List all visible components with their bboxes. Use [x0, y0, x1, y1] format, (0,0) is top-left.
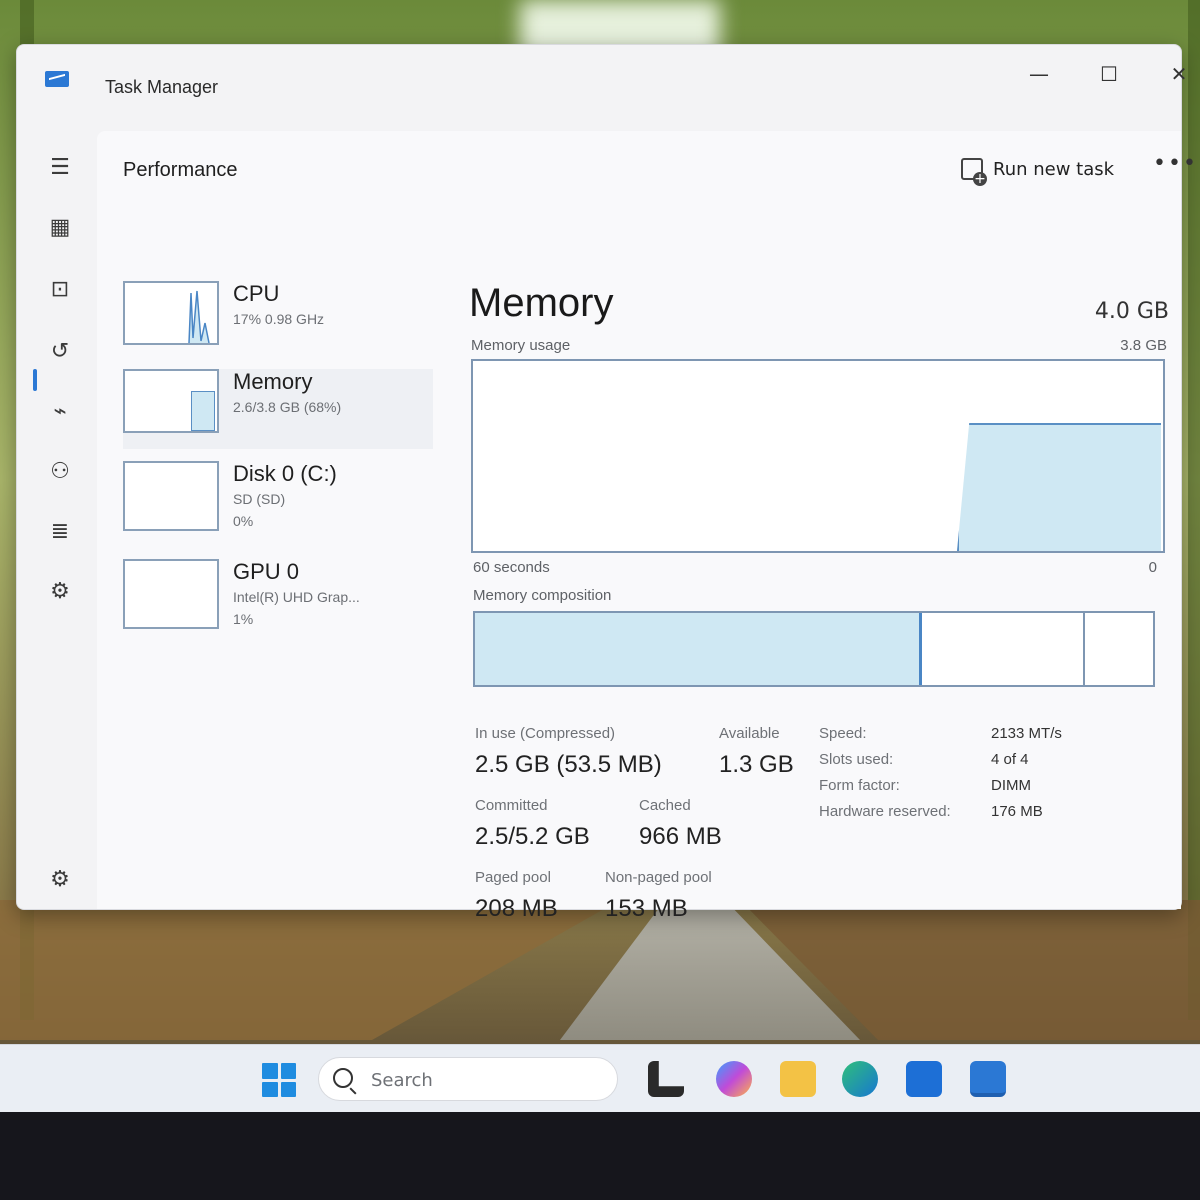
processes-icon[interactable]: ▦ [47, 215, 73, 241]
perf-name: CPU [233, 281, 280, 306]
monitor-bezel [0, 1112, 1200, 1200]
memory-total: 4.0 GB [1094, 299, 1169, 324]
perf-detail: SD (SD) [233, 491, 286, 507]
search-placeholder: Search [371, 1070, 433, 1091]
in-use-label: In use (Compressed) [475, 725, 616, 742]
composition-in-use [475, 613, 923, 685]
memory-usage-label: Memory usage [471, 337, 571, 354]
time-span-label: 60 seconds [473, 559, 550, 576]
more-options-button[interactable]: ••• [1153, 151, 1198, 176]
startup-apps-icon[interactable]: ⌁ [47, 399, 73, 425]
available-value: 1.3 GB [719, 751, 794, 778]
perf-item-disk[interactable]: Disk 0 (C:) SD (SD) 0% [123, 461, 433, 541]
perf-name: Memory [233, 369, 313, 394]
spec-value: 176 MB [991, 803, 1043, 820]
paged-pool-label: Paged pool [475, 869, 551, 886]
store-icon[interactable] [906, 1061, 942, 1097]
window-title: Task Manager [105, 77, 219, 97]
non-paged-pool-value: 153 MB [605, 895, 688, 922]
title-bar[interactable]: Task Manager — ☐ ✕ [17, 45, 1187, 131]
cached-label: Cached [639, 797, 691, 814]
minimize-button[interactable]: — [1019, 57, 1059, 91]
performance-page: Performance Run new task ••• CPU 17% 0.9… [97, 131, 1196, 922]
perf-name: GPU 0 [233, 559, 300, 584]
perf-detail: Intel(R) UHD Grap... [233, 589, 360, 605]
hamburger-icon[interactable]: ☰ [47, 155, 73, 181]
task-manager-window: Task Manager — ☐ ✕ ☰ ▦ ⊡ ↺ ⌁ ⚇ ≣ ⚙ ⚙ Per… [16, 44, 1196, 922]
perf-detail: 17% 0.98 GHz [233, 311, 325, 327]
spec-value: 2133 MT/s [991, 725, 1062, 742]
spec-value: 4 of 4 [991, 751, 1029, 768]
memory-usage-fill [957, 423, 1161, 551]
perf-detail: 2.6/3.8 GB (68%) [233, 399, 342, 415]
perf-item-memory[interactable]: Memory 2.6/3.8 GB (68%) [123, 369, 433, 449]
perf-detail-2: 1% [233, 611, 254, 627]
nav-rail: ☰ ▦ ⊡ ↺ ⌁ ⚇ ≣ ⚙ ⚙ [17, 135, 97, 909]
details-icon[interactable]: ≣ [47, 519, 73, 545]
copilot-icon[interactable] [716, 1061, 752, 1097]
composition-standby [922, 613, 1086, 685]
memory-composition-label: Memory composition [473, 587, 612, 604]
memory-heading: Memory [469, 281, 614, 325]
perf-detail-2: 0% [233, 513, 254, 529]
perf-name: Disk 0 (C:) [233, 461, 337, 486]
run-task-icon [961, 158, 987, 186]
available-label: Available [719, 725, 780, 742]
performance-icon[interactable]: ⊡ [47, 277, 73, 303]
spec-label: Speed: [819, 725, 867, 742]
memory-composition-bar [473, 611, 1155, 687]
nav-active-indicator [33, 369, 37, 391]
search-icon [333, 1068, 353, 1088]
run-new-task-button[interactable]: Run new task [961, 153, 1115, 186]
taskbar: Search [0, 1044, 1200, 1112]
spec-label: Form factor: [819, 777, 900, 794]
cached-value: 966 MB [639, 823, 722, 850]
task-manager-taskbar-icon[interactable] [970, 1061, 1006, 1097]
spec-value: DIMM [991, 777, 1031, 794]
committed-label: Committed [475, 797, 548, 814]
spec-label: Hardware reserved: [819, 803, 951, 820]
memory-usage-graph [471, 359, 1165, 553]
memory-thumbnail-graph [123, 369, 219, 433]
perf-item-cpu[interactable]: CPU 17% 0.98 GHz [123, 281, 433, 361]
committed-value: 2.5/5.2 GB [475, 823, 590, 850]
cpu-thumbnail-graph [123, 281, 219, 345]
taskbar-search[interactable]: Search [318, 1057, 618, 1101]
file-explorer-icon[interactable] [780, 1061, 816, 1097]
in-use-value: 2.5 GB (53.5 MB) [475, 751, 662, 778]
disk-thumbnail-graph [123, 461, 219, 531]
users-icon[interactable]: ⚇ [47, 459, 73, 485]
gpu-thumbnail-graph [123, 559, 219, 629]
memory-usage-max: 3.8 GB [1120, 337, 1167, 354]
run-new-task-label: Run new task [993, 158, 1115, 180]
non-paged-pool-label: Non-paged pool [605, 869, 712, 886]
time-zero-label: 0 [1148, 559, 1157, 576]
edge-icon[interactable] [842, 1061, 878, 1097]
app-history-icon[interactable]: ↺ [47, 339, 73, 365]
close-button[interactable]: ✕ [1159, 57, 1199, 91]
settings-icon[interactable]: ⚙ [47, 867, 73, 893]
page-title: Performance [123, 159, 238, 181]
start-button[interactable] [262, 1063, 296, 1097]
task-manager-icon [45, 71, 69, 87]
services-icon[interactable]: ⚙ [47, 579, 73, 605]
paged-pool-value: 208 MB [475, 895, 558, 922]
maximize-button[interactable]: ☐ [1089, 57, 1129, 91]
composition-free [1085, 613, 1153, 685]
perf-item-gpu[interactable]: GPU 0 Intel(R) UHD Grap... 1% [123, 559, 433, 639]
spec-label: Slots used: [819, 751, 894, 768]
task-view-icon[interactable] [648, 1061, 684, 1097]
